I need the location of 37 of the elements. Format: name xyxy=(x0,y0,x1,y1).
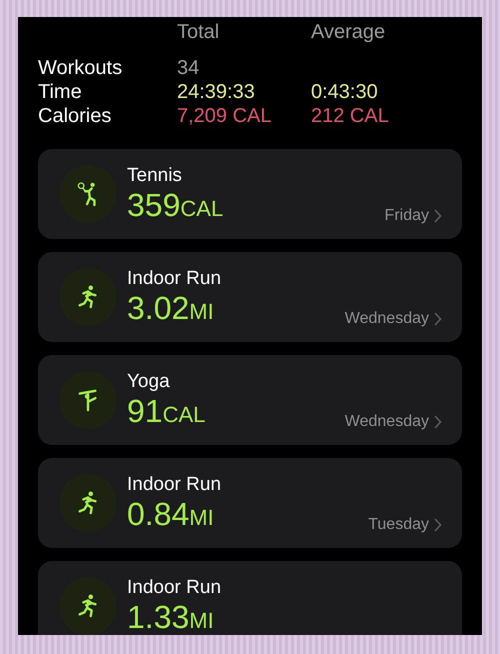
workout-card[interactable]: Indoor Run 1.33MI xyxy=(38,561,462,635)
workout-card[interactable]: Indoor Run 0.84MI Tuesday xyxy=(38,458,462,548)
workout-day: Tuesday xyxy=(368,516,429,534)
workout-card[interactable]: Tennis 359CAL Friday xyxy=(38,149,462,239)
stat-value: 24:39:33 xyxy=(177,81,256,103)
stat-value: 0:43:30 xyxy=(311,81,379,103)
stat-label: Workouts xyxy=(38,57,124,79)
runner-icon xyxy=(77,593,99,619)
chevron-icon xyxy=(434,312,442,326)
workout-value: 359CAL xyxy=(127,187,224,225)
workout-name: Indoor Run xyxy=(127,577,222,599)
workout-name: Tennis xyxy=(127,165,183,187)
stat-label: Calories xyxy=(38,105,112,127)
runner-icon xyxy=(77,490,99,516)
workout-value: 0.84MI xyxy=(127,496,215,534)
chevron-icon xyxy=(434,209,442,223)
workout-day: Wednesday xyxy=(344,310,429,328)
yoga-pose-icon xyxy=(77,387,99,413)
stat-value: 212 CAL xyxy=(311,105,390,127)
workout-value: 91CAL xyxy=(127,393,206,431)
workout-name: Indoor Run xyxy=(127,474,222,496)
runner-icon xyxy=(77,284,99,310)
workout-card[interactable]: Indoor Run 3.02MI Wednesday xyxy=(38,252,462,342)
stat-value: 7,209 CAL xyxy=(177,105,273,127)
workout-day: Wednesday xyxy=(344,413,429,431)
column-header: Average xyxy=(311,21,386,43)
workout-name: Yoga xyxy=(127,371,171,393)
chevron-icon xyxy=(434,415,442,429)
workout-day: Friday xyxy=(384,207,429,225)
chevron-icon xyxy=(434,518,442,532)
workout-name: Indoor Run xyxy=(127,268,222,290)
workout-value: 1.33MI xyxy=(127,599,215,635)
workout-card[interactable]: Yoga 91CAL Wednesday xyxy=(38,355,462,445)
column-header: Total xyxy=(177,21,220,43)
workout-value: 3.02MI xyxy=(127,290,215,328)
stat-label: Time xyxy=(38,81,83,103)
stat-value: 34 xyxy=(177,57,200,79)
